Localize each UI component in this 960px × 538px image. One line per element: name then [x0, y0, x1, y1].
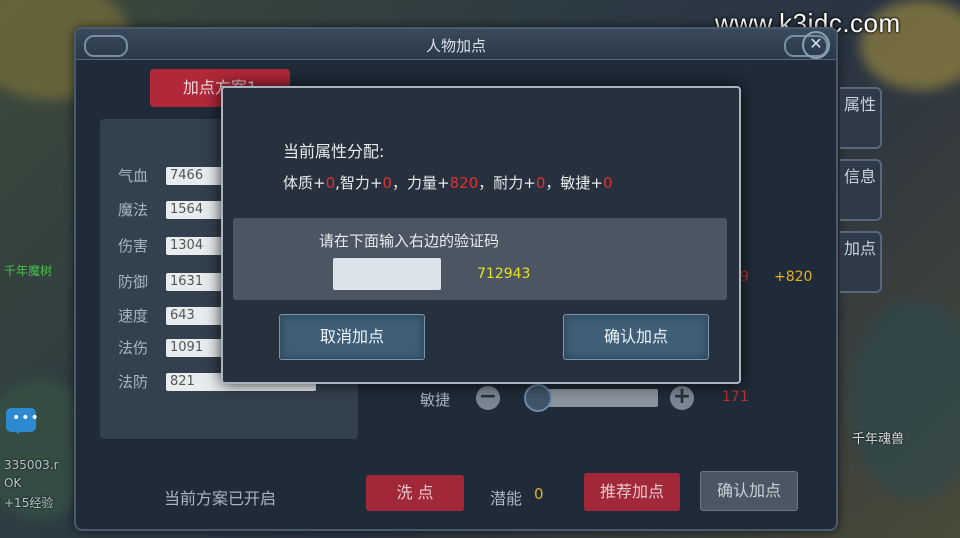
confirm-button[interactable]: 确认加点: [563, 314, 709, 360]
attr-value: 0: [535, 174, 546, 192]
potential-value: 0: [534, 485, 544, 503]
tab-add-points[interactable]: 加点: [840, 231, 882, 293]
attr-name: 智力+: [339, 174, 383, 192]
background-decoration: [850, 300, 960, 500]
attr-value: 820: [449, 174, 479, 192]
captcha-panel: 请在下面输入右边的验证码 712943: [233, 218, 727, 300]
confirm-points-button[interactable]: 确认加点: [700, 471, 798, 511]
cancel-button[interactable]: 取消加点: [279, 314, 425, 360]
captcha-code: 712943: [477, 266, 531, 282]
tab-attributes[interactable]: 属性: [840, 87, 882, 149]
stat-label: 气血: [118, 167, 149, 185]
stat-label: 法防: [118, 373, 149, 391]
attr-separator: ，: [392, 174, 408, 192]
attr-name: 力量+: [407, 174, 450, 192]
attr-separator: ，: [545, 174, 561, 192]
bottom-bar: 当前方案已开启 洗 点 潜能 0 推荐加点 确认加点: [76, 469, 836, 519]
captcha-dialog: 当前属性分配: 体质+0,智力+0，力量+820，耐力+0，敏捷+0 请在下面输…: [221, 86, 741, 384]
reset-points-button[interactable]: 洗 点: [366, 475, 464, 511]
window-title: 人物加点: [425, 37, 486, 55]
tab-info[interactable]: 信息: [840, 159, 882, 221]
stat-label: 伤害: [118, 237, 149, 255]
status-text: OK: [4, 476, 22, 490]
potential-label: 潜能: [490, 489, 523, 508]
attr-name: 耐力+: [493, 174, 536, 192]
dialog-heading: 当前属性分配:: [283, 142, 385, 161]
exp-gain-text: +15经验: [4, 496, 54, 510]
stat-change-value: 9: [740, 269, 749, 285]
chat-icon[interactable]: •••: [6, 408, 39, 434]
stat-label: 魔法: [118, 201, 149, 219]
npc-label-left: 千年魔树: [4, 264, 53, 278]
captcha-input[interactable]: [333, 258, 441, 290]
agility-row: 敏捷 − + 171: [420, 381, 800, 417]
slider-handle[interactable]: [524, 384, 552, 412]
attr-value: 0: [382, 174, 393, 192]
stat-label: 速度: [118, 307, 149, 325]
close-icon[interactable]: ✕: [802, 31, 830, 59]
recommend-button[interactable]: 推荐加点: [584, 473, 680, 511]
attr-name: 体质+: [283, 174, 326, 192]
agility-label: 敏捷: [420, 391, 451, 409]
attr-separator: ，: [478, 174, 494, 192]
attr-value: 0: [325, 174, 336, 192]
stat-label: 防御: [118, 273, 149, 291]
agility-value: 171: [722, 389, 749, 405]
strength-bonus: +820: [774, 269, 813, 285]
captcha-prompt: 请在下面输入右边的验证码: [319, 232, 500, 250]
stat-label: 法伤: [118, 339, 149, 357]
attr-value: 0: [603, 174, 613, 192]
npc-name-right: 千年魂兽: [852, 432, 905, 447]
attr-name: 敏捷+: [560, 174, 603, 192]
title-bar: 人物加点: [76, 29, 836, 60]
minus-button[interactable]: −: [476, 386, 500, 410]
exp-text: 335003.r: [4, 458, 59, 472]
plus-button[interactable]: +: [670, 386, 694, 410]
plan-status: 当前方案已开启: [164, 489, 277, 508]
attribute-summary: 体质+0,智力+0，力量+820，耐力+0，敏捷+0: [283, 172, 613, 193]
